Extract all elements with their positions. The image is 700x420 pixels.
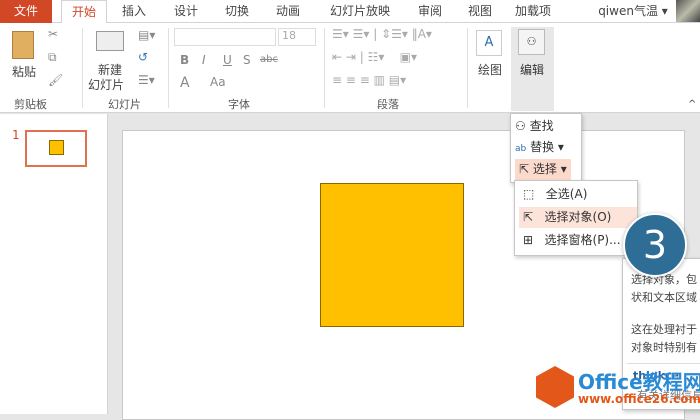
- watermark-title: Office教程网: [578, 370, 700, 394]
- binoculars-icon: ⚇: [518, 29, 545, 55]
- section-icon[interactable]: ☰▾: [138, 73, 155, 87]
- binoculars-icon: ⚇: [515, 119, 526, 133]
- font-color-button[interactable]: A: [180, 75, 190, 91]
- select-objects-label: 选择对象(O): [544, 210, 612, 224]
- reset-icon[interactable]: ↺: [138, 50, 148, 64]
- group-label-paragraph: 段落: [377, 98, 399, 111]
- bold-button[interactable]: B: [180, 53, 189, 67]
- tab-home[interactable]: 开始: [61, 0, 107, 24]
- group-label-clipboard: 剪贴板: [14, 98, 47, 111]
- tab-slideshow[interactable]: 幻灯片放映: [320, 0, 400, 23]
- group-label-font: 字体: [228, 98, 250, 111]
- tab-transitions[interactable]: 切换: [217, 0, 257, 23]
- select-all-label: 全选(A): [545, 187, 588, 201]
- select-objects-item[interactable]: ⇱ 选择对象(O): [519, 207, 637, 228]
- copy-icon[interactable]: ⧉: [48, 50, 57, 65]
- selection-pane-label: 选择窗格(P)...: [544, 233, 621, 247]
- yellow-square-shape[interactable]: [320, 183, 464, 327]
- selection-pane-item[interactable]: ⊞ 选择窗格(P)...: [519, 230, 633, 251]
- drawing-icon[interactable]: A: [476, 30, 502, 56]
- tab-view[interactable]: 视图: [460, 0, 500, 23]
- thumbnail-pane: 1: [0, 114, 108, 414]
- italic-button[interactable]: I: [202, 53, 206, 67]
- select-label: 选择: [532, 162, 557, 176]
- step-badge: 3: [623, 213, 687, 277]
- cursor-icon: ⇱: [523, 210, 534, 224]
- cut-icon[interactable]: ✂: [48, 27, 58, 41]
- tab-insert[interactable]: 插入: [114, 0, 154, 23]
- font-name-input[interactable]: [174, 28, 276, 46]
- underline-button[interactable]: U: [223, 53, 232, 67]
- tooltip-line: 状和文本区域: [631, 291, 697, 304]
- tab-file[interactable]: 文件: [0, 0, 52, 23]
- drawing-button[interactable]: 绘图: [478, 61, 502, 78]
- select-item[interactable]: ⇱ 选择 ▾: [515, 159, 571, 180]
- indent-icon[interactable]: ⇤ ⇥ | ☷▾ ▣▾: [332, 50, 417, 64]
- replace-label: 替换: [530, 140, 555, 154]
- slide-thumbnail[interactable]: [25, 130, 87, 167]
- select-all-icon: ⬚: [523, 187, 535, 201]
- find-label: 查找: [529, 119, 554, 133]
- shadow-button[interactable]: S: [243, 53, 251, 67]
- cursor-icon: ⇱: [519, 162, 530, 176]
- replace-icon: ab: [515, 144, 527, 154]
- slide-number: 1: [12, 128, 20, 142]
- font-size-input[interactable]: 18: [278, 28, 316, 46]
- watermark-url: www.office26.com: [578, 392, 700, 406]
- collapse-ribbon-icon[interactable]: ^: [688, 99, 696, 110]
- replace-item[interactable]: ab 替换 ▾: [515, 137, 564, 158]
- ribbon-tabs: 文件 开始 插入 设计 切换 动画 幻灯片放映 审阅 视图 加载项 qiwen气…: [0, 0, 700, 24]
- new-slide-label-2[interactable]: 幻灯片: [88, 76, 124, 93]
- format-painter-icon[interactable]: 🖌: [48, 73, 63, 87]
- bullets-icon[interactable]: ☰▾ ☰▾ | ⇕☰▾ ‖A▾: [332, 27, 432, 41]
- editing-dropdown: ⚇ 查找 ab 替换 ▾ ⇱ 选择 ▾: [510, 113, 582, 183]
- editing-label: 编辑: [520, 63, 545, 77]
- user-name: qiwen气温: [598, 4, 658, 18]
- thumbnail-shape: [49, 140, 64, 155]
- find-item[interactable]: ⚇ 查找: [515, 116, 554, 137]
- paste-button[interactable]: 粘贴: [12, 63, 36, 80]
- select-submenu: ⬚ 全选(A) ⇱ 选择对象(O) ⊞ 选择窗格(P)...: [514, 180, 638, 256]
- tab-design[interactable]: 设计: [166, 0, 206, 23]
- avatar[interactable]: [676, 0, 700, 22]
- strikethrough-button[interactable]: abc: [260, 54, 278, 65]
- align-icon[interactable]: ≡ ≡ ≡ ▥ ▤▾: [332, 73, 406, 87]
- ribbon: 粘贴 ✂ ⧉ 🖌 剪贴板 新建 幻灯片 ▤▾ ↺ ☰▾ 幻灯片 18 B I U…: [0, 23, 700, 113]
- user-account[interactable]: qiwen气温 ▾: [598, 0, 668, 23]
- new-slide-icon[interactable]: [96, 31, 124, 51]
- tab-review[interactable]: 审阅: [410, 0, 450, 23]
- select-all-item[interactable]: ⬚ 全选(A): [519, 184, 633, 205]
- tooltip-line: 这在处理衬于: [631, 323, 697, 336]
- tab-addins[interactable]: 加载项: [508, 0, 558, 23]
- tooltip-line: 对象时特别有: [631, 341, 697, 354]
- editing-button[interactable]: ⚇ 编辑: [511, 27, 554, 111]
- tab-animations[interactable]: 动画: [268, 0, 308, 23]
- change-case-button[interactable]: Aa: [210, 75, 226, 89]
- paste-icon[interactable]: [12, 31, 34, 59]
- group-label-slides: 幻灯片: [108, 98, 141, 111]
- selection-pane-icon: ⊞: [523, 233, 534, 247]
- layout-icon[interactable]: ▤▾: [138, 28, 155, 42]
